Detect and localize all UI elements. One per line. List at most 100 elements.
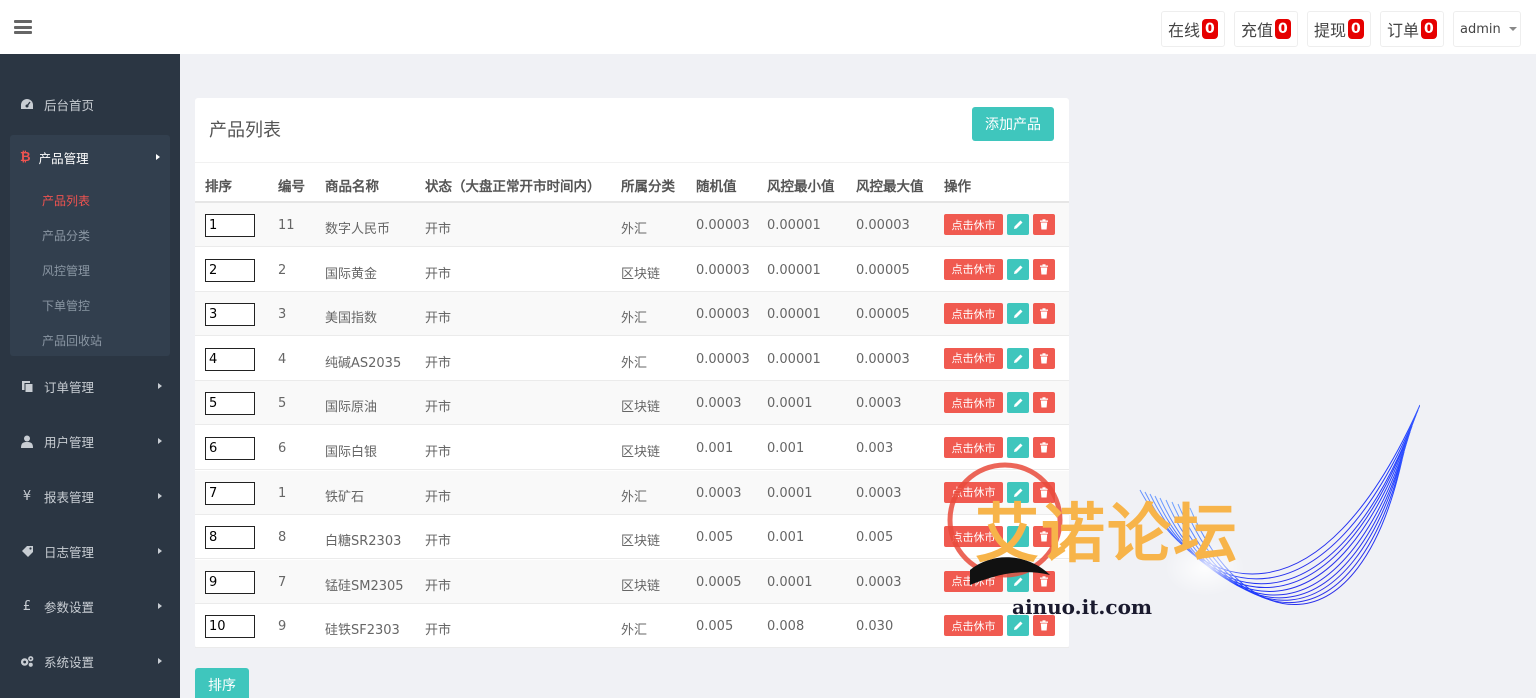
bitcoin-icon: ₿ [20, 150, 31, 165]
menu-toggle-icon[interactable] [14, 20, 32, 34]
table-row: 7锰硅SM2305开市区块链0.00050.00010.0003点击休市 [195, 559, 1069, 604]
sort-order-input[interactable] [205, 615, 255, 639]
cell-min: 0.0001 [767, 574, 813, 590]
delete-button[interactable] [1033, 347, 1055, 369]
close-market-button[interactable]: 点击休市 [944, 303, 1003, 325]
scrollbar[interactable] [1526, 54, 1536, 698]
sidebar-subitem-risk-control[interactable]: 风控管理 [42, 262, 90, 279]
orders-label: 订单 [1387, 21, 1420, 40]
sort-order-input[interactable] [205, 481, 255, 505]
cell-name: 铁矿石 [325, 489, 365, 505]
sidebar-item-home[interactable]: 后台首页 [0, 84, 180, 124]
cell-id: 11 [278, 218, 295, 233]
sort-order-input[interactable] [205, 214, 255, 237]
cell-max: 0.00005 [856, 307, 910, 323]
page-title: 产品列表 [209, 120, 281, 141]
sidebar: 后台首页 ₿ 产品管理 产品列表 产品分类 风控管理 下单管控 产品回收站 订单… [0, 54, 180, 698]
cell-name: 国际白银 [325, 445, 378, 460]
sidebar-item-logs[interactable]: 日志管理 [0, 531, 180, 571]
sidebar-item-product[interactable]: ₿ 产品管理 [10, 135, 170, 179]
table-row: 1铁矿石开市外汇0.00030.00010.0003点击休市 [195, 470, 1069, 515]
delete-button[interactable] [1033, 258, 1055, 280]
cell-random: 0.0003 [696, 485, 742, 501]
sort-order-input[interactable] [205, 526, 255, 550]
cell-status: 开市 [425, 534, 452, 550]
user-icon [20, 434, 34, 448]
edit-button[interactable] [1007, 258, 1029, 280]
sort-order-input[interactable] [205, 437, 255, 460]
sidebar-item-label: 用户管理 [44, 434, 95, 450]
cell-id: 6 [278, 441, 287, 456]
tag-icon [20, 544, 34, 558]
delete-button[interactable] [1033, 214, 1055, 235]
trash-icon [1040, 353, 1048, 364]
delete-button[interactable] [1033, 303, 1055, 325]
cell-category: 外汇 [621, 311, 648, 327]
withdraw-button[interactable]: 提现 0 [1307, 11, 1371, 47]
column-header: 风控最大值 [856, 179, 924, 195]
orders-button[interactable]: 订单 0 [1380, 11, 1444, 47]
add-product-button[interactable]: 添加产品 [972, 107, 1054, 141]
sort-order-input[interactable] [205, 392, 255, 416]
cell-min: 0.0001 [767, 485, 813, 501]
close-market-button[interactable]: 点击休市 [944, 258, 1003, 280]
sidebar-item-reports[interactable]: ¥ 报表管理 [0, 476, 180, 516]
sidebar-subitem-recycle-bin[interactable]: 产品回收站 [42, 332, 102, 349]
edit-button[interactable] [1007, 303, 1029, 325]
cell-name: 数字人民币 [325, 222, 391, 237]
cell-random: 0.0003 [696, 396, 742, 412]
close-market-button[interactable]: 点击休市 [944, 347, 1003, 369]
recharge-count-badge: 0 [1275, 19, 1291, 39]
online-button[interactable]: 在线 0 [1161, 11, 1225, 47]
cell-max: 0.00003 [856, 218, 910, 233]
cell-id: 2 [278, 262, 287, 278]
sidebar-item-system[interactable]: 系统设置 [0, 641, 180, 681]
user-menu-button[interactable]: admin [1453, 11, 1521, 47]
product-list-panel: 产品列表 添加产品 排序 编号 商品名称 状态（大盘正常开市时间内） 所属分类 … [195, 98, 1069, 649]
cell-min: 0.0001 [767, 396, 813, 412]
cell-category: 区块链 [621, 266, 661, 282]
sort-order-input[interactable] [205, 258, 255, 282]
sidebar-item-users[interactable]: 用户管理 [0, 421, 180, 461]
table-row: 4 纯碱AS2035 开市 外汇 0.00003 0.00001 0.00003 点击休市 [195, 337, 1069, 381]
cell-id: 1 [278, 485, 287, 501]
sidebar-item-params[interactable]: £ 参数设置 [0, 586, 180, 626]
table-row: 8白糖SR2303开市区块链0.0050.0010.005点击休市 [195, 515, 1069, 560]
sort-order-input[interactable] [205, 347, 255, 371]
cell-min: 0.00001 [767, 307, 821, 323]
chevron-right-icon [158, 658, 162, 664]
column-header: 风控最小值 [767, 179, 835, 195]
trash-icon [1040, 308, 1048, 319]
cell-max: 0.003 [856, 441, 894, 456]
edit-button[interactable] [1007, 347, 1029, 369]
table-row: 2 国际黄金 开市 区块链 0.00003 0.00001 0.00005 点击休市 [195, 248, 1069, 292]
recharge-button[interactable]: 充值 0 [1234, 11, 1298, 47]
cell-category: 外汇 [621, 222, 648, 237]
close-market-button[interactable]: 点击休市 [944, 214, 1003, 235]
cell-name: 国际黄金 [325, 266, 378, 282]
table-row: 6国际白银开市区块链0.0010.0010.003点击休市 [195, 426, 1069, 470]
sidebar-subitem-product-list[interactable]: 产品列表 [42, 192, 90, 209]
cell-min: 0.00001 [767, 218, 821, 233]
sidebar-subitem-order-control[interactable]: 下单管控 [42, 297, 90, 314]
sidebar-item-orders[interactable]: 订单管理 [0, 366, 180, 406]
edit-button[interactable] [1007, 214, 1029, 235]
pencil-icon [1013, 309, 1022, 319]
chevron-right-icon [156, 154, 160, 160]
sort-order-input[interactable] [205, 570, 255, 594]
column-header: 状态（大盘正常开市时间内） [425, 179, 601, 195]
sidebar-group-product: ₿ 产品管理 产品列表 产品分类 风控管理 下单管控 产品回收站 [10, 135, 170, 356]
cell-status: 开市 [425, 222, 452, 237]
sidebar-subitem-product-category[interactable]: 产品分类 [42, 227, 90, 244]
sort-order-input[interactable] [205, 303, 255, 327]
withdraw-label: 提现 [1314, 21, 1347, 40]
cell-max: 0.005 [856, 530, 894, 546]
cell-id: 3 [278, 307, 287, 323]
cell-random: 0.001 [696, 441, 734, 456]
sort-submit-button[interactable]: 排序 [195, 668, 249, 698]
cell-category: 区块链 [621, 534, 661, 550]
caret-down-icon [1508, 27, 1517, 31]
cell-name: 纯碱AS2035 [325, 355, 402, 371]
cell-max: 0.030 [856, 619, 894, 635]
trash-icon [1040, 219, 1048, 230]
